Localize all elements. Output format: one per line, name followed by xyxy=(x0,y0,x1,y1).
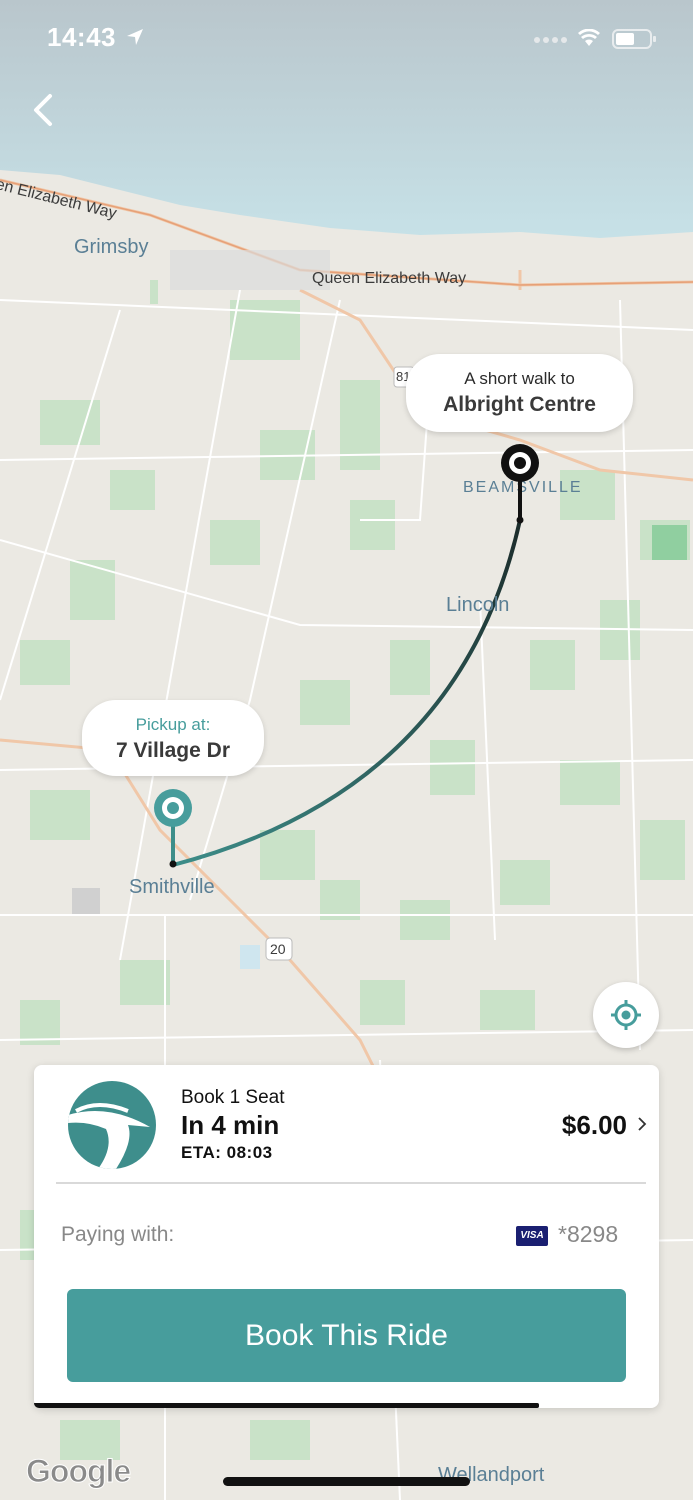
dropoff-pin-icon[interactable] xyxy=(498,442,542,524)
pickup-pin-icon[interactable] xyxy=(152,787,194,869)
pickup-bubble-line2: 7 Village Dr xyxy=(115,739,230,762)
status-time: 14:43 xyxy=(47,22,116,52)
pickup-bubble-line1: Pickup at: xyxy=(135,715,211,734)
status-bar: 14:43 xyxy=(0,0,693,80)
crosshair-icon xyxy=(611,1000,641,1030)
divider xyxy=(56,1182,646,1184)
dropoff-bubble[interactable]: A short walk to Albright Centre xyxy=(406,354,633,432)
route-shield-20: 20 xyxy=(270,941,286,957)
road-label-qew: Queen Elizabeth Way xyxy=(312,270,467,287)
eta-label: ETA: 08:03 xyxy=(181,1143,273,1162)
chevron-left-icon xyxy=(34,94,52,126)
signal-icon xyxy=(534,37,567,43)
chevron-right-icon[interactable] xyxy=(637,1116,647,1132)
back-button[interactable] xyxy=(28,90,64,130)
dropoff-bubble-line1: A short walk to xyxy=(464,369,575,388)
location-arrow-icon xyxy=(127,29,143,45)
visa-card-icon[interactable]: VISA xyxy=(516,1226,548,1246)
place-label-grimsby: Grimsby xyxy=(74,236,149,258)
paying-with-label: Paying with: xyxy=(61,1223,175,1246)
pickup-bubble[interactable]: Pickup at: 7 Village Dr xyxy=(82,700,264,776)
wifi-icon xyxy=(578,29,600,46)
seat-count-label: Book 1 Seat xyxy=(181,1087,285,1108)
booking-card: Book 1 Seat In 4 min ETA: 08:03 $6.00 Pa… xyxy=(34,1065,659,1408)
book-ride-button[interactable]: Book This Ride xyxy=(67,1289,626,1382)
google-logo: Google xyxy=(25,1453,131,1490)
service-logo xyxy=(68,1081,156,1169)
dropoff-bubble-line2: Albright Centre xyxy=(443,393,596,416)
battery-icon xyxy=(612,29,656,49)
place-label-smithville: Smithville xyxy=(129,876,215,898)
price-label[interactable]: $6.00 xyxy=(562,1110,627,1141)
home-indicator[interactable] xyxy=(223,1477,470,1486)
progress-bar xyxy=(34,1403,539,1408)
pickup-time-label: In 4 min xyxy=(181,1110,280,1140)
place-label-lincoln: Lincoln xyxy=(446,594,510,616)
my-location-button[interactable] xyxy=(593,982,659,1048)
service-logo-icon xyxy=(68,1103,150,1169)
card-number[interactable]: *8298 xyxy=(558,1221,618,1248)
